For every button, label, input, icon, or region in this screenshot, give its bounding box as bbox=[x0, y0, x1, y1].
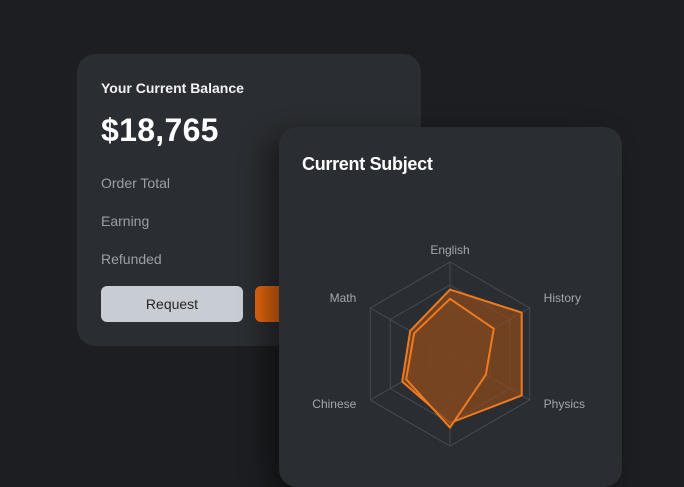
balance-amount: $18,765 bbox=[101, 112, 219, 148]
request-button[interactable]: Request bbox=[101, 286, 243, 322]
radar-axis-label-math: Math bbox=[330, 291, 357, 305]
radar-axis-label-english: English bbox=[430, 243, 469, 257]
refunded-label: Refunded bbox=[101, 251, 162, 267]
radar-axis-label-history: History bbox=[544, 291, 581, 305]
radar-chart: English History Physics Chinese Math bbox=[312, 243, 585, 447]
radar-axis-label-physics: Physics bbox=[544, 397, 585, 411]
subject-card: Current Subject English History Physics Chi… bbox=[279, 127, 622, 487]
order-total-label: Order Total bbox=[101, 175, 170, 191]
radar-axis-label-chinese: Chinese bbox=[312, 397, 356, 411]
earning-label: Earning bbox=[101, 213, 150, 229]
balance-title: Your Current Balance bbox=[101, 80, 244, 96]
